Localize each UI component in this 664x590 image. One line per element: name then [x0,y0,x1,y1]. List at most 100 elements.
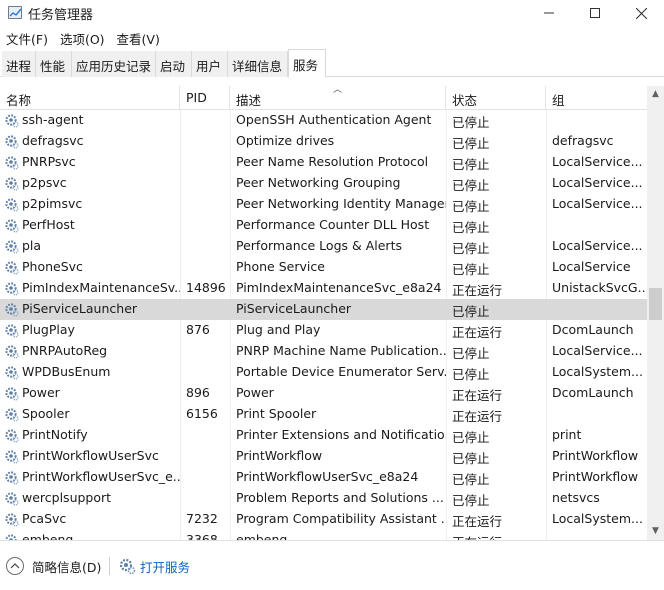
service-pid [180,173,230,194]
tab-bar: 进程 性能 应用历史记录 启动 用户 详细信息 服务 [0,49,664,78]
table-row[interactable]: WPDBusEnum Portable Device Enumerator Ser… [0,362,647,383]
service-group: LocalService... [552,154,643,169]
column-header-group[interactable]: 组 [546,86,647,110]
menu-options[interactable]: 选项(O) [54,27,105,49]
service-gear-icon [4,365,19,380]
service-pid: 7232 [186,511,218,526]
table-row[interactable]: PNRPAutoReg PNRP Machine Name Publication… [0,341,647,362]
table-row[interactable]: wercplsupport Problem Reports and Solutio… [0,488,647,509]
service-gear-icon [4,302,19,317]
table-row[interactable]: embeng 3368 embeng 正在运行 [0,530,647,540]
service-gear-icon [4,407,19,422]
services-table: 名称 PID 描述 ︿ 状态 组 ssh-agent OpenSSH Authen… [0,86,647,540]
service-name: PrintNotify [22,427,88,442]
service-group: DcomLaunch [552,385,634,400]
table-row[interactable]: p2pimsvc Peer Networking Identity Manager… [0,194,647,215]
table-row[interactable]: defragsvc Optimize drives 已停止 defragsvc [0,131,647,152]
service-description: Plug and Play [236,322,321,337]
close-button[interactable] [618,0,664,26]
table-row[interactable]: PrintNotify Printer Extensions and Notifi… [0,425,647,446]
tab-startup[interactable]: 启动 [156,51,192,77]
scrollbar-thumb[interactable] [649,288,662,320]
service-description: OpenSSH Authentication Agent [236,112,432,127]
service-description: Performance Logs & Alerts [236,238,402,253]
service-group [546,110,647,131]
service-status: 正在运行 [452,325,503,340]
tab-performance[interactable]: 性能 [36,51,72,77]
service-status: 已停止 [452,136,490,151]
service-status: 已停止 [452,367,490,382]
service-status: 已停止 [452,115,490,130]
title-bar: 任务管理器 [0,0,664,26]
service-pid [180,215,230,236]
tab-services[interactable]: 服务 [288,49,326,78]
table-row[interactable]: PcaSvc 7232 Program Compatibility Assistan… [0,509,647,530]
chevron-up-icon [6,557,24,575]
service-gear-icon [4,218,19,233]
service-status: 已停止 [452,199,490,214]
vertical-scrollbar[interactable]: ▲ ▼ [647,86,664,540]
table-row[interactable]: PlugPlay 876 Plug and Play 正在运行 DcomLaunch [0,320,647,341]
service-name: PimIndexMaintenanceSv... [22,280,180,295]
table-row[interactable]: PrintWorkflowUserSvc PrintWorkflow 已停止 Prin… [0,446,647,467]
maximize-icon [590,8,600,18]
table-row[interactable]: Spooler 6156 Print Spooler 正在运行 [0,404,647,425]
service-description: Problem Reports and Solutions ... [236,490,444,505]
table-row[interactable]: Power 896 Power 正在运行 DcomLaunch [0,383,647,404]
table-row[interactable]: PhoneSvc Phone Service 已停止 LocalService [0,257,647,278]
table-row[interactable]: PimIndexMaintenanceSv... 14896 PimIndexMai… [0,278,647,299]
service-pid: 896 [186,385,210,400]
column-header-name[interactable]: 名称 [0,86,180,110]
service-group: netsvcs [552,490,600,505]
footer-bar: 简略信息(D) 打开服务 [0,540,664,590]
service-group: defragsvc [552,133,614,148]
service-gear-icon [4,491,19,506]
service-description: Portable Device Enumerator Serv... [236,364,446,379]
service-name: WPDBusEnum [22,364,111,379]
table-row[interactable]: ssh-agent OpenSSH Authentication Agent 已停止 [0,110,647,131]
open-services-label: 打开服务 [140,559,191,575]
column-header-pid[interactable]: PID [180,86,230,110]
column-header-status[interactable]: 状态 [446,86,546,110]
service-description: PNRP Machine Name Publication... [236,343,446,358]
tab-details[interactable]: 详细信息 [228,51,288,77]
minimize-icon [544,12,554,14]
service-description: embeng [236,532,288,540]
service-gear-icon [4,134,19,149]
tab-processes[interactable]: 进程 [2,51,36,77]
service-group: DcomLaunch [552,322,634,337]
service-description: PrintWorkflowUserSvc_e8a24 [236,469,419,484]
fewer-details-button[interactable]: 简略信息(D) [6,555,101,577]
table-header: 名称 PID 描述 ︿ 状态 组 [0,86,647,110]
table-row[interactable]: pla Performance Logs & Alerts 已停止 LocalServ… [0,236,647,257]
scroll-down-arrow-icon[interactable]: ▼ [647,523,664,540]
service-pid: 3368 [186,532,218,540]
table-row[interactable]: PNRPsvc Peer Name Resolution Protocol 已停止 L… [0,152,647,173]
service-gear-icon [4,113,19,128]
service-group: LocalSystem... [552,364,643,379]
service-name: PerfHost [22,217,75,232]
service-description: PiServiceLauncher [236,301,352,316]
service-name: pla [22,238,42,253]
maximize-button[interactable] [572,0,618,26]
service-status: 已停止 [452,493,490,508]
table-row[interactable]: PrintWorkflowUserSvc_e... PrintWorkflowUs… [0,467,647,488]
minimize-button[interactable] [526,0,572,26]
service-group: LocalSystem... [552,511,643,526]
services-gear-icon [119,558,136,575]
open-services-link[interactable]: 打开服务 [118,555,190,577]
table-row[interactable]: PiServiceLauncher PiServiceLauncher 已停止 [0,299,647,320]
service-pid [180,488,230,509]
table-row[interactable]: p2psvc Peer Networking Grouping 已停止 LocalSe… [0,173,647,194]
scroll-up-arrow-icon[interactable]: ▲ [647,86,664,103]
menu-bar: 文件(F) 选项(O) 查看(V) [0,27,664,49]
close-icon [635,7,647,19]
tab-users[interactable]: 用户 [192,51,228,77]
service-description: Print Spooler [236,406,317,421]
service-name: p2psvc [22,175,67,190]
menu-view[interactable]: 查看(V) [111,27,160,49]
tab-app-history[interactable]: 应用历史记录 [72,51,156,77]
menu-file[interactable]: 文件(F) [0,27,48,49]
service-gear-icon [4,260,19,275]
table-row[interactable]: PerfHost Performance Counter DLL Host 已停止 [0,215,647,236]
